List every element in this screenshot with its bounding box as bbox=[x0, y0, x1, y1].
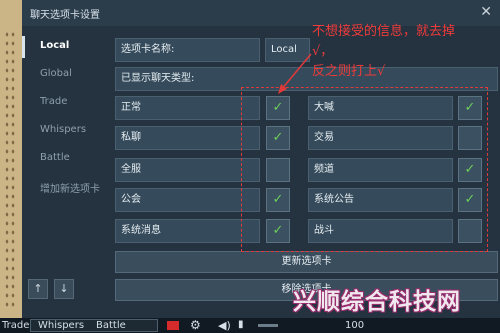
bottom-number: 100 bbox=[345, 320, 365, 331]
lock-icon[interactable]: ▮ bbox=[238, 319, 244, 330]
channel-normal-label: 正常 bbox=[115, 96, 260, 120]
bottom-trade-label[interactable]: Trade bbox=[2, 320, 29, 331]
channel-world-label: 全服 bbox=[115, 158, 260, 182]
annotation-text-line1: 不想接受的信息，就去掉 bbox=[312, 24, 456, 39]
volume-slider[interactable] bbox=[258, 324, 278, 327]
sidebar-item-trade[interactable]: Trade bbox=[40, 96, 67, 107]
sidebar-item-local[interactable]: Local bbox=[40, 40, 69, 51]
site-watermark: 兴顺综合科技网 bbox=[293, 289, 461, 315]
update-tab-button[interactable]: 更新选项卡 bbox=[115, 251, 498, 273]
gear-icon[interactable]: ⚙ bbox=[190, 318, 201, 332]
annotation-arrow-icon bbox=[278, 53, 312, 94]
sidebar-item-add-tab[interactable]: 增加新选项卡 bbox=[40, 180, 100, 195]
game-bottom-bar: Trade Whispers Battle ⚙ ◀) ▮ 100 bbox=[0, 318, 500, 333]
flag-icon[interactable] bbox=[167, 321, 179, 330]
annotation-highlight-box bbox=[241, 87, 488, 252]
channel-private-label: 私聊 bbox=[115, 126, 260, 150]
move-down-button[interactable]: ↓ bbox=[54, 279, 74, 299]
bottom-tab-whispers[interactable]: Whispers bbox=[38, 320, 84, 331]
sidebar-item-battle[interactable]: Battle bbox=[40, 152, 70, 163]
channel-system-label: 系统消息 bbox=[115, 219, 260, 243]
tab-list-sidebar: Local Global Trade Whispers Battle 增加新选项… bbox=[22, 30, 112, 270]
active-tab-indicator bbox=[22, 36, 25, 58]
sidebar-item-whispers[interactable]: Whispers bbox=[40, 124, 86, 135]
speaker-icon[interactable]: ◀) bbox=[218, 319, 231, 332]
window-title: 聊天选项卡设置 bbox=[30, 10, 100, 21]
game-background-strip bbox=[0, 0, 22, 333]
sidebar-item-global[interactable]: Global bbox=[40, 68, 72, 79]
tab-name-label: 选项卡名称: bbox=[115, 38, 260, 62]
close-icon[interactable]: ✕ bbox=[480, 4, 492, 20]
move-up-button[interactable]: ↑ bbox=[28, 279, 48, 299]
bottom-tab-battle[interactable]: Battle bbox=[96, 320, 126, 331]
annotation-text-line3: 反之则打上√ bbox=[312, 64, 386, 79]
background-pattern bbox=[4, 30, 16, 310]
channel-guild-label: 公会 bbox=[115, 188, 260, 212]
annotation-text-line2: √， bbox=[312, 44, 334, 59]
